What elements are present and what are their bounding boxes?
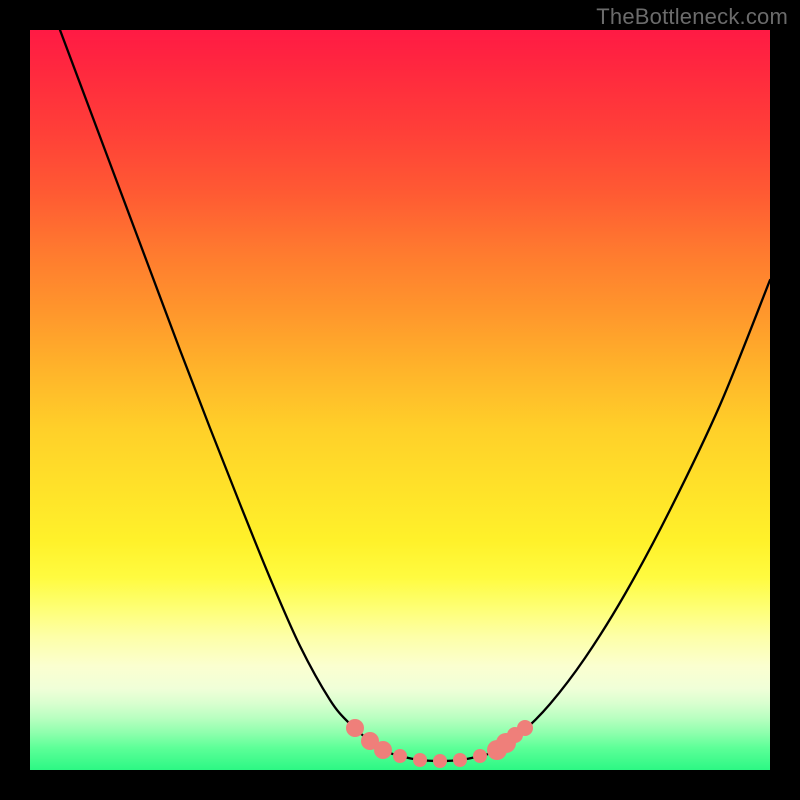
curve-marker	[374, 741, 392, 759]
curve-marker	[433, 754, 447, 768]
curve-marker	[346, 719, 364, 737]
plot-area	[30, 30, 770, 770]
bottleneck-curve	[30, 30, 770, 770]
chart-frame: TheBottleneck.com	[0, 0, 800, 800]
watermark-label: TheBottleneck.com	[596, 4, 788, 30]
curve-marker	[473, 749, 487, 763]
curve-marker	[453, 753, 467, 767]
bottleneck-curve-path	[60, 30, 770, 761]
curve-marker	[393, 749, 407, 763]
curve-marker	[413, 753, 427, 767]
curve-marker	[517, 720, 533, 736]
